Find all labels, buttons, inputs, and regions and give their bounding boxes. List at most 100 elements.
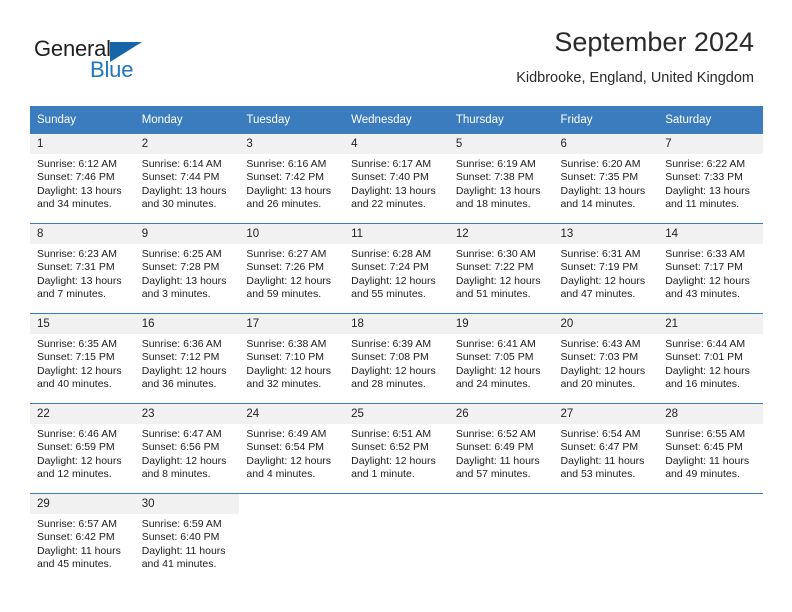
sunrise-text: Sunrise: 6:41 AM <box>455 338 536 350</box>
day-cell[interactable]: 24 Sunrise: 6:49 AM Sunset: 6:54 PM Dayligh… <box>239 403 345 494</box>
day-details: Sunrise: 6:16 AM Sunset: 7:42 PM Daylight:… <box>239 154 344 212</box>
day-cell[interactable]: 4 Sunrise: 6:17 AM Sunset: 7:40 PM Daylight… <box>344 134 449 224</box>
weekday-header-sunday: Sunday <box>30 106 135 134</box>
day-number: 14 <box>658 224 763 244</box>
daylight-line1: Daylight: 12 hours <box>455 364 541 377</box>
weekday-header-friday: Friday <box>553 106 659 134</box>
day-cell[interactable]: 19 Sunrise: 6:41 AM Sunset: 7:05 PM Dayligh… <box>448 313 554 404</box>
day-details: Sunrise: 6:57 AM Sunset: 6:42 PM Daylight:… <box>30 514 135 572</box>
sunrise-text: Sunrise: 6:55 AM <box>665 428 746 440</box>
sunrise-text: Sunrise: 6:49 AM <box>246 428 327 440</box>
day-cell[interactable]: 9 Sunrise: 6:25 AM Sunset: 7:28 PM Daylight… <box>134 223 240 314</box>
logo-text-blue: Blue <box>90 57 134 82</box>
day-cell[interactable]: 18 Sunrise: 6:39 AM Sunset: 7:08 PM Dayligh… <box>344 313 449 404</box>
day-number: 19 <box>448 314 554 334</box>
day-cell[interactable]: 14 Sunrise: 6:33 AM Sunset: 7:17 PM Dayligh… <box>658 223 763 314</box>
day-details: Sunrise: 6:33 AM Sunset: 7:17 PM Daylight:… <box>658 244 763 302</box>
daylight-line2: and 40 minutes. <box>37 378 112 391</box>
sunrise-text: Sunrise: 6:43 AM <box>560 338 641 350</box>
day-cell[interactable]: 23 Sunrise: 6:47 AM Sunset: 6:56 PM Dayligh… <box>134 403 240 494</box>
day-cell[interactable]: 16 Sunrise: 6:36 AM Sunset: 7:12 PM Dayligh… <box>134 313 240 404</box>
daylight-line2: and 20 minutes. <box>560 378 636 391</box>
day-cell[interactable]: 12 Sunrise: 6:30 AM Sunset: 7:22 PM Dayligh… <box>448 223 554 314</box>
day-cell[interactable]: 8 Sunrise: 6:23 AM Sunset: 7:31 PM Daylight… <box>30 223 135 314</box>
day-cell[interactable]: 28 Sunrise: 6:55 AM Sunset: 6:45 PM Dayligh… <box>658 403 763 494</box>
week-row: 8 Sunrise: 6:23 AM Sunset: 7:31 PM Daylight… <box>30 223 763 314</box>
day-cell-empty <box>448 493 554 583</box>
day-cell[interactable]: 5 Sunrise: 6:19 AM Sunset: 7:38 PM Daylight… <box>448 134 554 224</box>
daylight-line1: Daylight: 13 hours <box>37 184 122 197</box>
sunset-text: Sunset: 7:12 PM <box>141 351 220 364</box>
day-cell[interactable]: 30 Sunrise: 6:59 AM Sunset: 6:40 PM Dayligh… <box>134 493 240 583</box>
sunrise-text: Sunrise: 6:30 AM <box>455 248 536 260</box>
daylight-line1: Daylight: 12 hours <box>246 274 332 287</box>
day-details: Sunrise: 6:30 AM Sunset: 7:22 PM Daylight:… <box>449 244 554 302</box>
day-cell[interactable]: 3 Sunrise: 6:16 AM Sunset: 7:42 PM Daylight… <box>239 134 345 224</box>
sunset-text: Sunset: 6:42 PM <box>37 531 115 544</box>
day-cell[interactable]: 27 Sunrise: 6:54 AM Sunset: 6:47 PM Dayligh… <box>553 403 659 494</box>
daylight-line2: and 34 minutes. <box>37 198 112 211</box>
sunrise-text: Sunrise: 6:31 AM <box>560 248 641 260</box>
sunrise-sunset-calendar: Sunday Monday Tuesday Wednesday Thursday… <box>30 106 763 583</box>
daylight-line2: and 47 minutes. <box>560 288 636 301</box>
sunrise-text: Sunrise: 6:59 AM <box>141 518 222 530</box>
day-cell[interactable]: 25 Sunrise: 6:51 AM Sunset: 6:52 PM Dayligh… <box>344 403 449 494</box>
day-cell[interactable]: 7 Sunrise: 6:22 AM Sunset: 7:33 PM Daylight… <box>658 134 763 224</box>
day-details: Sunrise: 6:31 AM Sunset: 7:19 PM Daylight:… <box>554 244 659 302</box>
day-cell[interactable]: 20 Sunrise: 6:43 AM Sunset: 7:03 PM Dayligh… <box>553 313 659 404</box>
day-cell[interactable]: 2 Sunrise: 6:14 AM Sunset: 7:44 PM Daylight… <box>134 134 240 224</box>
day-cell[interactable]: 13 Sunrise: 6:31 AM Sunset: 7:19 PM Dayligh… <box>553 223 659 314</box>
day-cell[interactable]: 10 Sunrise: 6:27 AM Sunset: 7:26 PM Dayligh… <box>239 223 345 314</box>
day-cell-empty <box>658 493 763 583</box>
sunrise-text: Sunrise: 6:54 AM <box>560 428 641 440</box>
day-details: Sunrise: 6:52 AM Sunset: 6:49 PM Daylight:… <box>449 424 554 482</box>
daylight-line2: and 14 minutes. <box>560 198 636 211</box>
daylight-line2: and 45 minutes. <box>37 558 112 571</box>
day-number: 10 <box>239 224 345 244</box>
day-details: Sunrise: 6:20 AM Sunset: 7:35 PM Daylight:… <box>554 154 659 212</box>
day-cell[interactable]: 21 Sunrise: 6:44 AM Sunset: 7:01 PM Dayligh… <box>658 313 763 404</box>
day-number: 13 <box>553 224 659 244</box>
sunrise-text: Sunrise: 6:47 AM <box>141 428 222 440</box>
day-cell[interactable]: 29 Sunrise: 6:57 AM Sunset: 6:42 PM Dayligh… <box>30 493 135 583</box>
daylight-line1: Daylight: 13 hours <box>141 184 227 197</box>
day-details: Sunrise: 6:41 AM Sunset: 7:05 PM Daylight:… <box>449 334 554 392</box>
daylight-line2: and 28 minutes. <box>351 378 426 391</box>
day-cell[interactable]: 26 Sunrise: 6:52 AM Sunset: 6:49 PM Dayligh… <box>448 403 554 494</box>
day-details: Sunrise: 6:47 AM Sunset: 6:56 PM Daylight:… <box>135 424 240 482</box>
day-number: 5 <box>448 134 554 154</box>
week-row: 29 Sunrise: 6:57 AM Sunset: 6:42 PM Dayligh… <box>30 493 763 583</box>
daylight-line2: and 12 minutes. <box>37 468 112 481</box>
day-details: Sunrise: 6:55 AM Sunset: 6:45 PM Daylight:… <box>658 424 763 482</box>
day-cell[interactable]: 11 Sunrise: 6:28 AM Sunset: 7:24 PM Dayligh… <box>344 223 449 314</box>
day-details: Sunrise: 6:25 AM Sunset: 7:28 PM Daylight:… <box>135 244 240 302</box>
daylight-line2: and 43 minutes. <box>665 288 740 301</box>
day-cell[interactable]: 1 Sunrise: 6:12 AM Sunset: 7:46 PM Daylight… <box>30 134 135 224</box>
daylight-line1: Daylight: 11 hours <box>665 454 750 467</box>
daylight-line2: and 16 minutes. <box>665 378 740 391</box>
calendar-body: 1 Sunrise: 6:12 AM Sunset: 7:46 PM Daylight… <box>30 134 763 583</box>
day-cell[interactable]: 17 Sunrise: 6:38 AM Sunset: 7:10 PM Dayligh… <box>239 313 345 404</box>
weekday-header-thursday: Thursday <box>448 106 554 134</box>
day-number: 4 <box>344 134 449 154</box>
general-blue-logo[interactable]: General Blue <box>34 36 204 84</box>
sunset-text: Sunset: 7:10 PM <box>246 351 325 364</box>
day-details: Sunrise: 6:17 AM Sunset: 7:40 PM Daylight:… <box>344 154 449 212</box>
daylight-line1: Daylight: 12 hours <box>141 454 227 467</box>
day-details: Sunrise: 6:35 AM Sunset: 7:15 PM Daylight:… <box>30 334 135 392</box>
daylight-line1: Daylight: 12 hours <box>351 364 436 377</box>
day-number: 22 <box>30 404 135 424</box>
day-details: Sunrise: 6:23 AM Sunset: 7:31 PM Daylight:… <box>30 244 135 302</box>
day-cell[interactable]: 22 Sunrise: 6:46 AM Sunset: 6:59 PM Dayligh… <box>30 403 135 494</box>
sunrise-text: Sunrise: 6:27 AM <box>246 248 327 260</box>
sunrise-text: Sunrise: 6:38 AM <box>246 338 327 350</box>
day-cell[interactable]: 6 Sunrise: 6:20 AM Sunset: 7:35 PM Daylight… <box>553 134 659 224</box>
sunrise-text: Sunrise: 6:51 AM <box>351 428 432 440</box>
daylight-line2: and 4 minutes. <box>246 468 316 481</box>
day-cell[interactable]: 15 Sunrise: 6:35 AM Sunset: 7:15 PM Dayligh… <box>30 313 135 404</box>
day-details: Sunrise: 6:59 AM Sunset: 6:40 PM Daylight:… <box>135 514 240 572</box>
day-details: Sunrise: 6:39 AM Sunset: 7:08 PM Daylight:… <box>344 334 449 392</box>
sunrise-text: Sunrise: 6:12 AM <box>37 158 117 170</box>
daylight-line2: and 49 minutes. <box>665 468 740 481</box>
daylight-line2: and 26 minutes. <box>246 198 322 211</box>
